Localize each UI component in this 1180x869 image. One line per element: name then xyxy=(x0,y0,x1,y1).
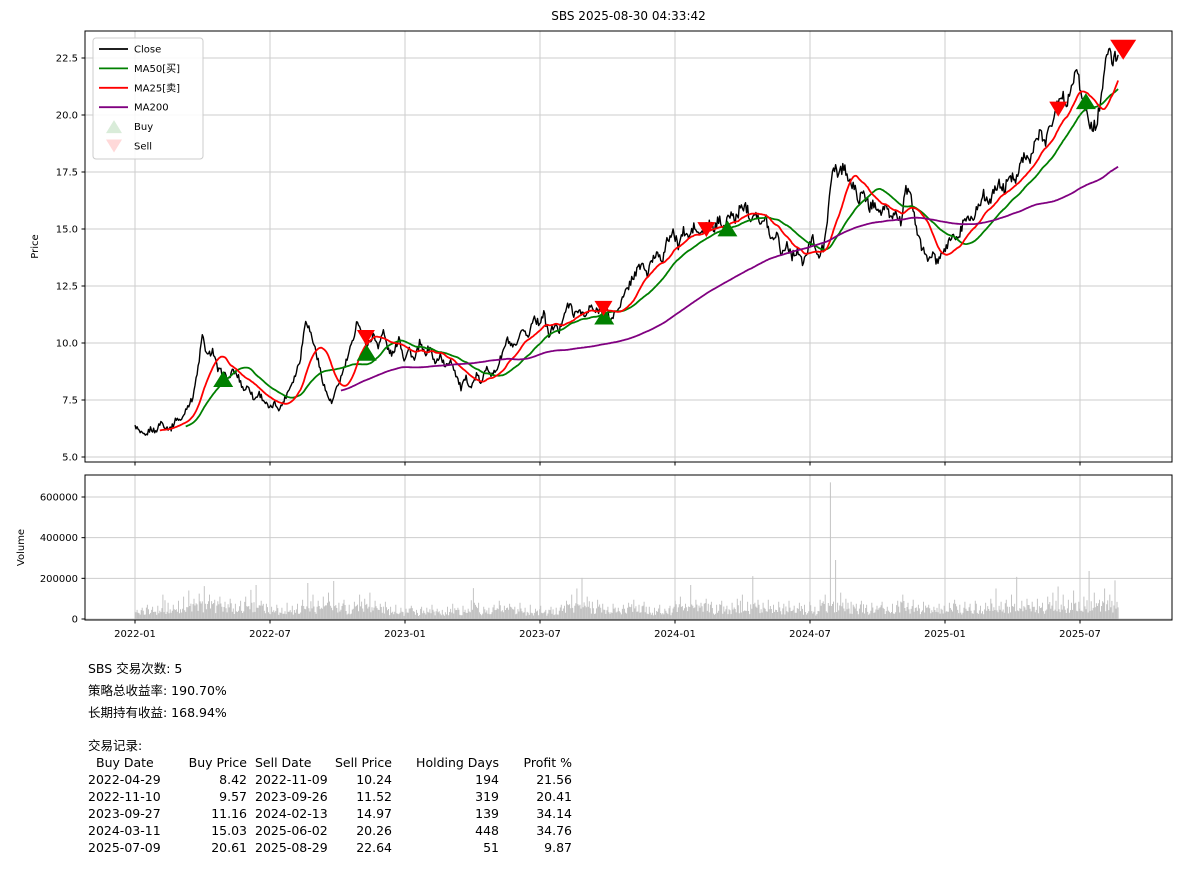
date-tick-label: 2023-07 xyxy=(519,629,561,640)
price-volume-chart: 5.0 7.5 10.0 12.5 15.0 17.5 20.0 22.5 0 200000 400… xyxy=(0,0,1180,650)
col-buy-date: Buy Date xyxy=(88,754,168,771)
trade-cell: 2025-07-09 xyxy=(88,839,168,856)
date-tick-label: 2024-01 xyxy=(654,629,696,640)
volume-tick-label: 200000 xyxy=(40,574,78,585)
axes-spines xyxy=(85,31,1172,620)
price-tick-label: 15.0 xyxy=(56,225,78,236)
trade-cell: 2023-09-27 xyxy=(88,805,168,822)
figure-canvas: 5.0 7.5 10.0 12.5 15.0 17.5 20.0 22.5 0 200000 400… xyxy=(0,0,1180,869)
trade-cell: 15.03 xyxy=(168,822,247,839)
trade-cell: 20.61 xyxy=(168,839,247,856)
price-tick-label: 5.0 xyxy=(62,453,78,464)
buy-marker xyxy=(213,371,233,387)
trade-row: 2025-07-0920.61 2025-08-2922.64519.87 xyxy=(88,839,572,856)
trade-cell: 34.14 xyxy=(499,805,572,822)
axis-ticks xyxy=(82,58,1081,624)
legend-item-label: MA200 xyxy=(134,103,169,114)
price-tick-label: 20.0 xyxy=(56,111,78,122)
trade-cell: 10.24 xyxy=(333,771,392,788)
ma25-line xyxy=(160,81,1118,431)
trade-cell: 194 xyxy=(392,771,499,788)
trade-row: 2023-09-2711.16 2024-02-1314.9713934.14 xyxy=(88,805,572,822)
price-tick-label: 7.5 xyxy=(62,396,78,407)
price-tick-label: 12.5 xyxy=(56,282,78,293)
trade-cell: 2022-11-10 xyxy=(88,788,168,805)
buy-marker xyxy=(1076,93,1096,109)
trade-row: 2022-04-298.42 2022-11-0910.2419421.56 xyxy=(88,771,572,788)
summary-block: SBS 交易次数: 5 策略总收益率: 190.70% 长期持有收益: 168.… xyxy=(88,658,572,856)
close-line xyxy=(135,48,1118,435)
col-sell-date: Sell Date xyxy=(255,754,333,771)
trade-table-body: 2022-04-298.422022-11-0910.2419421.56202… xyxy=(88,771,572,856)
trade-cell: 9.57 xyxy=(168,788,247,805)
date-tick-label: 2023-01 xyxy=(384,629,426,640)
date-tick-label: 2022-01 xyxy=(114,629,156,640)
trade-cell: 20.41 xyxy=(499,788,572,805)
legend-item-label: MA50[买] xyxy=(134,63,180,75)
gridlines xyxy=(85,31,1172,620)
trade-cell: 22.64 xyxy=(333,839,392,856)
trade-cell: 2024-03-11 xyxy=(88,822,168,839)
trade-cell: 8.42 xyxy=(168,771,247,788)
trade-cell: 9.87 xyxy=(499,839,572,856)
col-sell-price: Sell Price xyxy=(333,754,392,771)
legend: Close MA50[买] MA25[卖] MA200 Buy Sell xyxy=(93,38,203,159)
trade-cell: 448 xyxy=(392,822,499,839)
date-tick-label: 2024-07 xyxy=(789,629,831,640)
trade-cell: 2025-08-29 xyxy=(255,839,333,856)
trade-cell: 2023-09-26 xyxy=(255,788,333,805)
ma50-line xyxy=(186,89,1118,426)
trade-cell: 11.16 xyxy=(168,805,247,822)
volume-axis-label: Volume xyxy=(16,529,27,566)
date-tick-label: 2022-07 xyxy=(249,629,291,640)
trade-cell: 139 xyxy=(392,805,499,822)
price-axis-label: Price xyxy=(30,234,41,258)
trade-table-title: 交易记录: xyxy=(88,737,572,754)
trade-cell: 14.97 xyxy=(333,805,392,822)
chart-title: SBS 2025-08-30 04:33:42 xyxy=(551,9,706,23)
trade-row: 2022-11-109.57 2023-09-2611.5231920.41 xyxy=(88,788,572,805)
date-tick-label: 2025-07 xyxy=(1059,629,1101,640)
sell-marker xyxy=(1049,102,1067,117)
trade-cell: 2022-11-09 xyxy=(255,771,333,788)
price-tick-label: 17.5 xyxy=(56,168,78,179)
trade-table-header: Buy Date Buy Price Sell Date Sell Price … xyxy=(88,754,572,771)
volume-tick-label: 600000 xyxy=(40,493,78,504)
trade-cell: 34.76 xyxy=(499,822,572,839)
volume-tick-label: 400000 xyxy=(40,533,78,544)
trade-table: Buy Date Buy Price Sell Date Sell Price … xyxy=(88,754,572,856)
legend-item-label: Sell xyxy=(134,142,152,153)
stat-buyhold-return: 长期持有收益: 168.94% xyxy=(88,702,572,724)
legend-item-label: Close xyxy=(134,45,161,56)
legend-item-label: Buy xyxy=(134,122,153,133)
trade-cell: 51 xyxy=(392,839,499,856)
trade-row: 2024-03-1115.03 2025-06-0220.2644834.76 xyxy=(88,822,572,839)
volume-bars xyxy=(135,482,1118,619)
stat-strategy-return: 策略总收益率: 190.70% xyxy=(88,680,572,702)
trade-cell: 2025-06-02 xyxy=(255,822,333,839)
trade-cell: 2024-02-13 xyxy=(255,805,333,822)
col-profit-pct: Profit % xyxy=(499,754,572,771)
trade-cell: 2022-04-29 xyxy=(88,771,168,788)
stat-trade-count: SBS 交易次数: 5 xyxy=(88,658,572,680)
price-tick-label: 10.0 xyxy=(56,339,78,350)
trade-cell: 319 xyxy=(392,788,499,805)
price-tick-label: 22.5 xyxy=(56,54,78,65)
trade-cell: 20.26 xyxy=(333,822,392,839)
trade-cell: 11.52 xyxy=(333,788,392,805)
date-tick-label: 2025-01 xyxy=(924,629,966,640)
trade-cell: 21.56 xyxy=(499,771,572,788)
buy-marker xyxy=(357,345,377,361)
trade-markers xyxy=(106,40,1136,387)
col-holding-days: Holding Days xyxy=(392,754,499,771)
volume-tick-label: 0 xyxy=(72,615,78,626)
legend-item-label: MA25[卖] xyxy=(134,82,180,94)
col-buy-price: Buy Price xyxy=(168,754,247,771)
